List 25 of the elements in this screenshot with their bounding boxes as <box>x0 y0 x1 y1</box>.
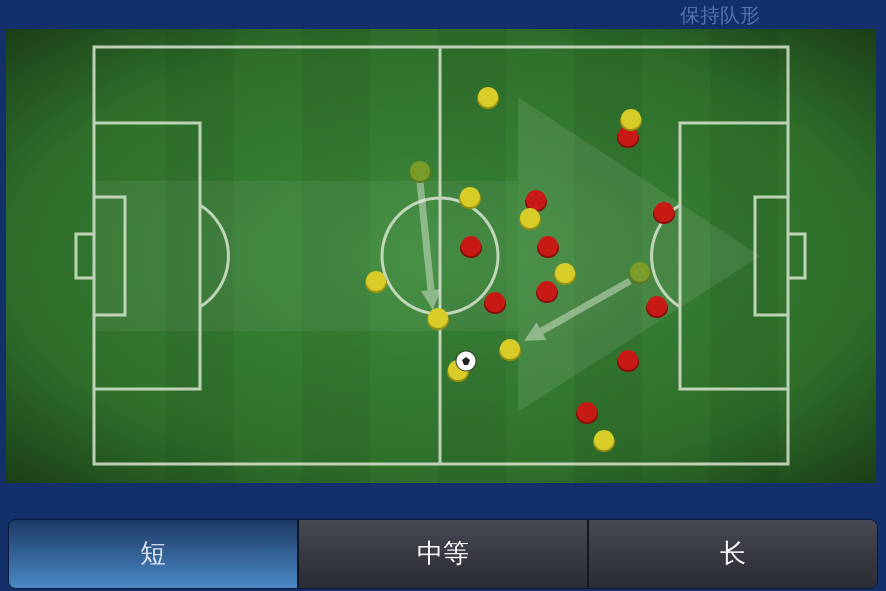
opponent-marker[interactable] <box>576 402 598 424</box>
player-marker[interactable] <box>477 87 499 109</box>
player-start-marker[interactable] <box>629 262 651 284</box>
player-marker[interactable] <box>427 308 449 330</box>
ball-icon <box>456 350 476 372</box>
opponent-marker[interactable] <box>617 350 639 372</box>
opponent-marker[interactable] <box>646 296 668 318</box>
opponent-marker[interactable] <box>525 190 547 212</box>
opponent-marker[interactable] <box>536 281 558 303</box>
opponent-marker[interactable] <box>460 236 482 258</box>
page-title: 保持队形 <box>680 5 760 25</box>
player-marker[interactable] <box>554 263 576 285</box>
player-marker[interactable] <box>519 208 541 230</box>
player-marker[interactable] <box>620 109 642 131</box>
tab[interactable]: 短 <box>9 520 297 588</box>
opponent-marker[interactable] <box>537 236 559 258</box>
player-marker[interactable] <box>499 339 521 361</box>
tab[interactable]: 长 <box>587 520 877 588</box>
player-marker[interactable] <box>593 430 615 452</box>
tab[interactable]: 中等 <box>297 520 587 588</box>
player-start-marker[interactable] <box>409 161 431 183</box>
opponent-marker[interactable] <box>484 292 506 314</box>
player-marker[interactable] <box>365 271 387 293</box>
player-marker[interactable] <box>459 187 481 209</box>
opponent-marker[interactable] <box>653 202 675 224</box>
